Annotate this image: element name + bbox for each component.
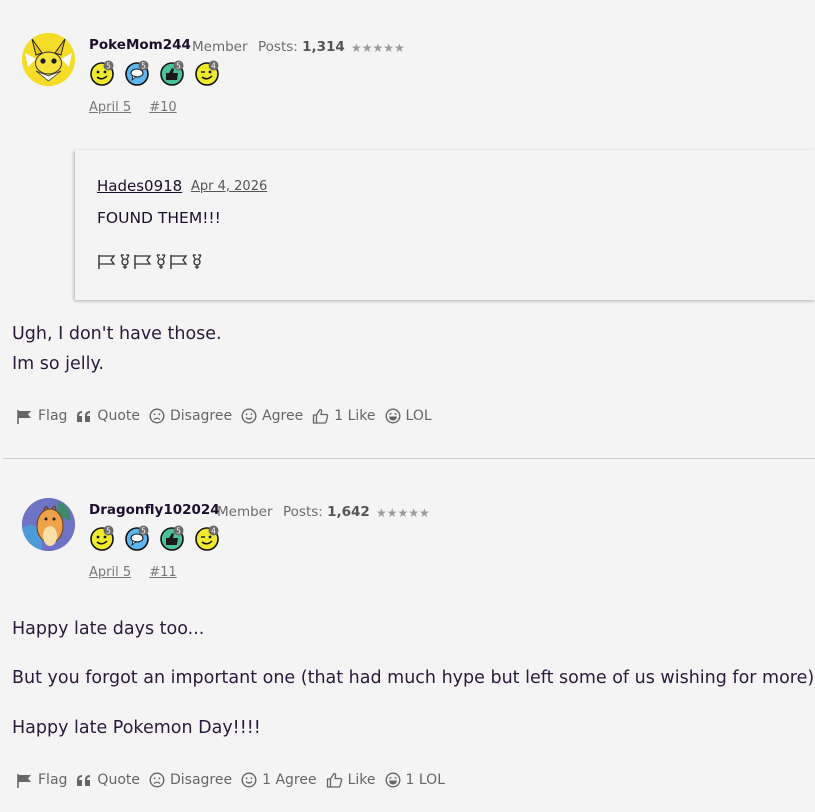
post-11: Dragonfly102024 Member Posts: 1,642 ★★★★… <box>0 0 815 812</box>
laugh-icon <box>385 772 401 788</box>
smile-icon <box>241 772 257 788</box>
post-count-label: Posts: <box>283 504 323 520</box>
speech-bubble-badge-icon[interactable]: 5 <box>124 525 150 551</box>
quote-label: Quote <box>97 772 140 788</box>
like-button[interactable]: Like <box>326 772 376 788</box>
post-number-link[interactable]: #11 <box>149 565 176 580</box>
post-date-link[interactable]: April 5 <box>89 565 131 580</box>
disagree-button[interactable]: Disagree <box>149 772 232 788</box>
post-meta: April 5 #11 <box>89 565 191 580</box>
badges: 5 5 5 4 <box>89 525 220 551</box>
svg-text:5: 5 <box>176 526 181 535</box>
flag-button[interactable]: Flag <box>16 772 67 788</box>
frown-icon <box>149 772 165 788</box>
post-count: Posts: 1,642 <box>283 504 370 520</box>
quote-button[interactable]: Quote <box>76 772 140 788</box>
lol-button[interactable]: 1 LOL <box>385 772 445 788</box>
flag-label: Flag <box>38 772 68 788</box>
post-count-value: 1,642 <box>327 504 370 520</box>
quote-icon <box>77 774 91 786</box>
dragonite-avatar-icon <box>22 498 75 551</box>
agree-button[interactable]: 1 Agree <box>241 772 317 788</box>
svg-text:5: 5 <box>141 526 146 535</box>
smiley-badge-icon[interactable]: 5 <box>89 525 115 551</box>
wink-badge-icon[interactable]: 4 <box>194 525 220 551</box>
post-actions: Flag Quote Disagree 1 Agree Like 1 LOL <box>16 772 454 788</box>
post-body-line: Happy late Pokemon Day!!!! <box>12 718 261 738</box>
rating-stars: ★★★★★ <box>376 506 430 520</box>
avatar[interactable] <box>22 498 75 551</box>
post-body-line: Happy late days too... <box>12 619 205 639</box>
lol-label: 1 LOL <box>405 772 445 788</box>
flag-icon <box>17 773 31 788</box>
disagree-label: Disagree <box>169 772 233 788</box>
thumbs-up-icon <box>326 772 342 788</box>
post-body-line: But you forgot an important one (that ha… <box>12 668 815 688</box>
user-role: Member <box>217 504 273 520</box>
author-name[interactable]: Dragonfly102024 <box>89 502 220 518</box>
thumbs-up-badge-icon[interactable]: 5 <box>159 525 185 551</box>
svg-text:5: 5 <box>106 526 111 535</box>
agree-label: 1 Agree <box>262 772 317 788</box>
svg-text:4: 4 <box>211 526 216 535</box>
like-label: Like <box>347 772 376 788</box>
